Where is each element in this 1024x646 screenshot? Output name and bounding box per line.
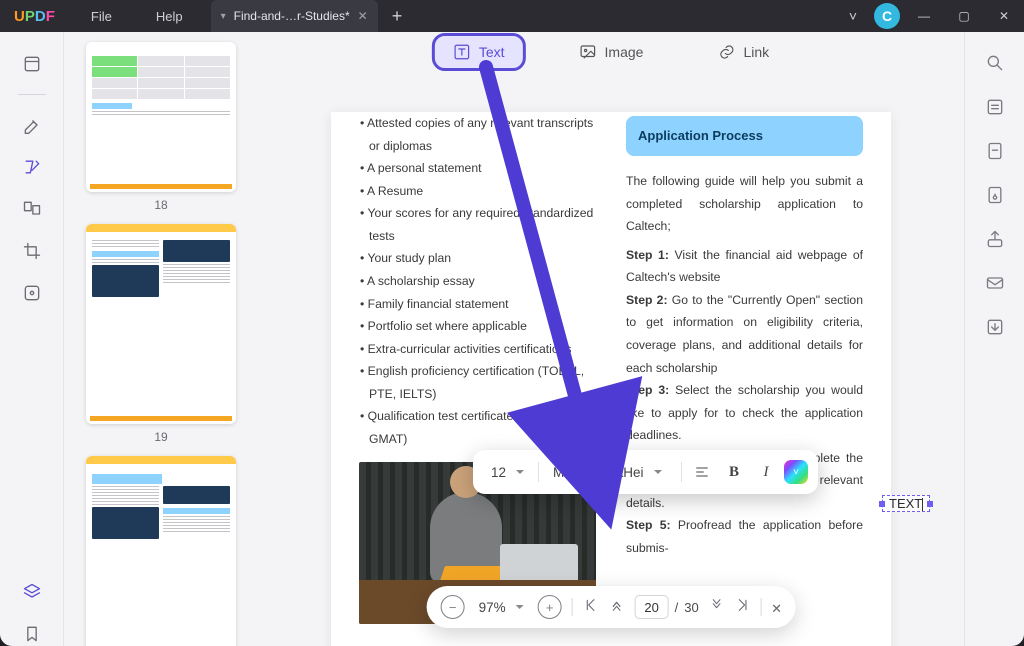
chevron-down-icon[interactable]: ˅ (840, 3, 866, 29)
tab-title: Find-and-…r-Studies* (234, 9, 350, 23)
close-tab-icon[interactable]: ✕ (358, 9, 368, 23)
save-other-icon[interactable] (984, 316, 1006, 338)
crop-icon[interactable] (20, 239, 44, 263)
left-sidebar (0, 32, 64, 646)
page-right-column: Application Process The following guide … (626, 112, 863, 624)
app-logo: UPDF (0, 8, 69, 25)
close-zoombar-button[interactable]: ✕ (772, 598, 782, 617)
work-area: 18 19 20 Text Image Link (0, 32, 1024, 646)
thumbnail-20[interactable]: 20 (78, 456, 244, 646)
bold-button[interactable]: B (720, 458, 748, 486)
mode-link[interactable]: Link (699, 36, 787, 68)
bookmark-icon[interactable] (20, 622, 44, 646)
thumbnail-19[interactable]: 19 (78, 224, 244, 444)
first-page-button[interactable] (583, 597, 599, 617)
text-format-toolbar: 12 MicrosoftYaHei B I ˅ (473, 450, 818, 494)
redact-icon[interactable] (984, 140, 1006, 162)
prev-page-button[interactable] (609, 597, 625, 617)
last-page-button[interactable] (735, 597, 751, 617)
avatar[interactable]: C (874, 3, 900, 29)
thumbnail-18[interactable]: 18 (78, 42, 244, 212)
page-input[interactable] (635, 595, 669, 619)
organize-pages-icon[interactable] (20, 197, 44, 221)
menu-help[interactable]: Help (134, 9, 205, 24)
thumbnail-panel[interactable]: 18 19 20 (64, 32, 258, 646)
application-process-heading: Application Process (626, 116, 863, 156)
window-minimize[interactable]: — (904, 9, 944, 23)
page-number-19: 19 (78, 430, 244, 444)
mode-image[interactable]: Image (561, 36, 662, 68)
canvas: Text Image Link Attested copies of any r… (258, 32, 964, 646)
color-picker-button[interactable]: ˅ (784, 460, 808, 484)
edit-mode-tabs: Text Image Link (435, 36, 787, 68)
share-icon[interactable] (984, 228, 1006, 250)
window-close[interactable]: ✕ (984, 9, 1024, 23)
zoom-toolbar: − 97% + /30 ✕ (427, 586, 796, 628)
link-icon (717, 43, 735, 61)
document-page[interactable]: Attested copies of any relevant transcri… (331, 112, 891, 646)
edit-text-icon[interactable] (20, 155, 44, 179)
font-family-selector[interactable]: MicrosoftYaHei (545, 465, 675, 480)
reader-mode-icon[interactable] (20, 52, 44, 76)
new-text-box[interactable]: TEXT (882, 495, 930, 512)
align-left-button[interactable] (688, 458, 716, 486)
italic-button[interactable]: I (752, 458, 780, 486)
window-maximize[interactable]: ▢ (944, 9, 984, 23)
right-sidebar (964, 32, 1024, 646)
document-tab[interactable]: ▾ Find-and-…r-Studies* ✕ (211, 0, 378, 32)
annotate-icon[interactable] (20, 113, 44, 137)
next-page-button[interactable] (709, 597, 725, 617)
title-bar: UPDF File Help ▾ Find-and-…r-Studies* ✕ … (0, 0, 1024, 32)
protect-icon[interactable] (984, 184, 1006, 206)
layers-icon[interactable] (20, 580, 44, 604)
email-icon[interactable] (984, 272, 1006, 294)
page-left-column: Attested copies of any relevant transcri… (359, 112, 596, 624)
mode-text[interactable]: Text (435, 36, 523, 68)
zoom-out-button[interactable]: − (441, 595, 465, 619)
pin-icon: ▾ (221, 11, 226, 22)
ocr-icon[interactable] (984, 96, 1006, 118)
zoom-percent[interactable]: 97% (475, 600, 528, 615)
image-icon (579, 43, 597, 61)
page-number-18: 18 (78, 198, 244, 212)
font-size-selector[interactable]: 12 (483, 465, 532, 480)
search-icon[interactable] (984, 52, 1006, 74)
page-indicator: /30 (635, 595, 699, 619)
zoom-in-button[interactable]: + (538, 595, 562, 619)
text-icon (453, 43, 471, 61)
tools-icon[interactable] (20, 281, 44, 305)
new-tab-button[interactable]: + (378, 6, 417, 27)
menu-file[interactable]: File (69, 9, 134, 24)
